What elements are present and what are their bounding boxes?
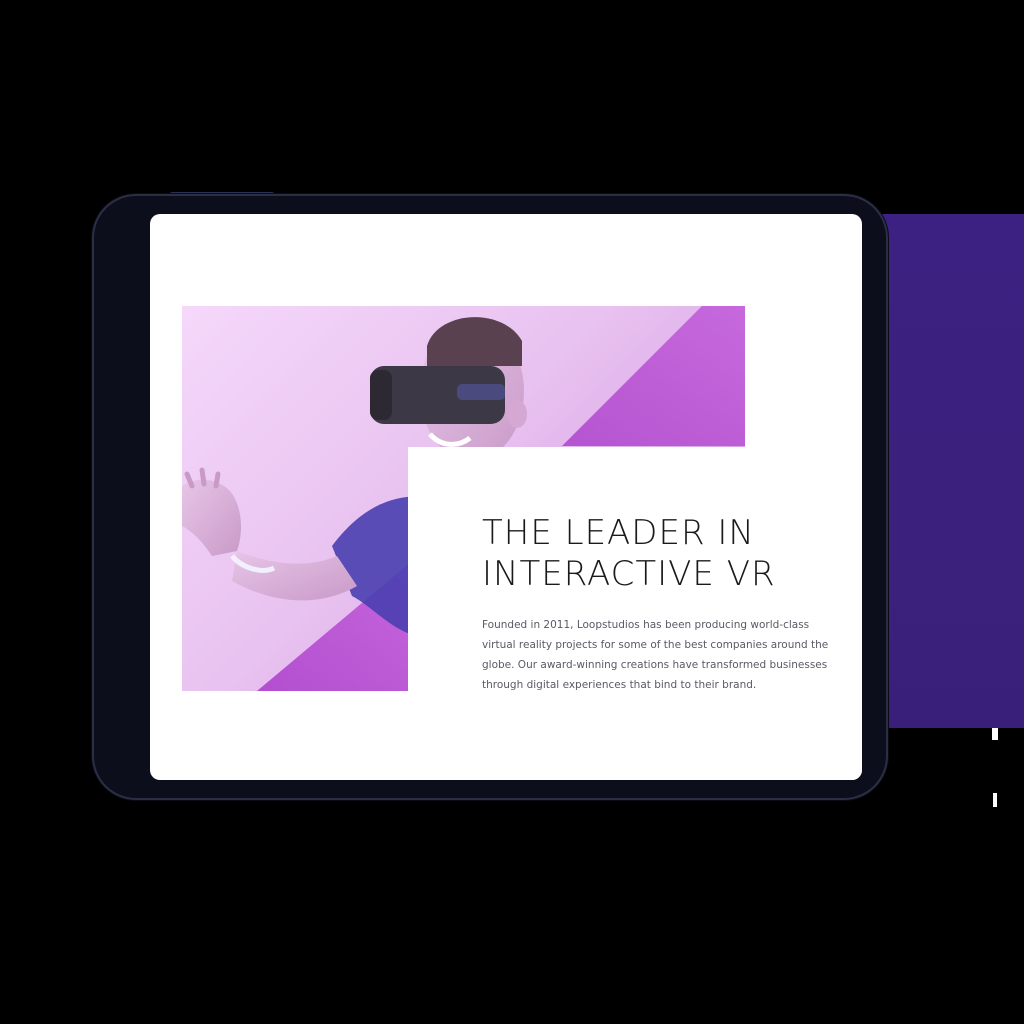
tablet-screen: THE LEADER IN INTERACTIVE VR Founded in … bbox=[150, 214, 862, 780]
backdrop-mark bbox=[993, 793, 997, 807]
headline-line-2: INTERACTIVE VR bbox=[482, 554, 776, 594]
backdrop-mark bbox=[992, 728, 998, 740]
headline-line-1: THE LEADER IN bbox=[482, 513, 755, 553]
about-headline: THE LEADER IN INTERACTIVE VR bbox=[482, 513, 842, 595]
about-description: Founded in 2011, Loopstudios has been pr… bbox=[482, 619, 829, 691]
mockup-stage: THE LEADER IN INTERACTIVE VR Founded in … bbox=[0, 0, 1024, 1024]
purple-backdrop bbox=[870, 214, 1024, 728]
about-card: THE LEADER IN INTERACTIVE VR Founded in … bbox=[408, 447, 862, 780]
